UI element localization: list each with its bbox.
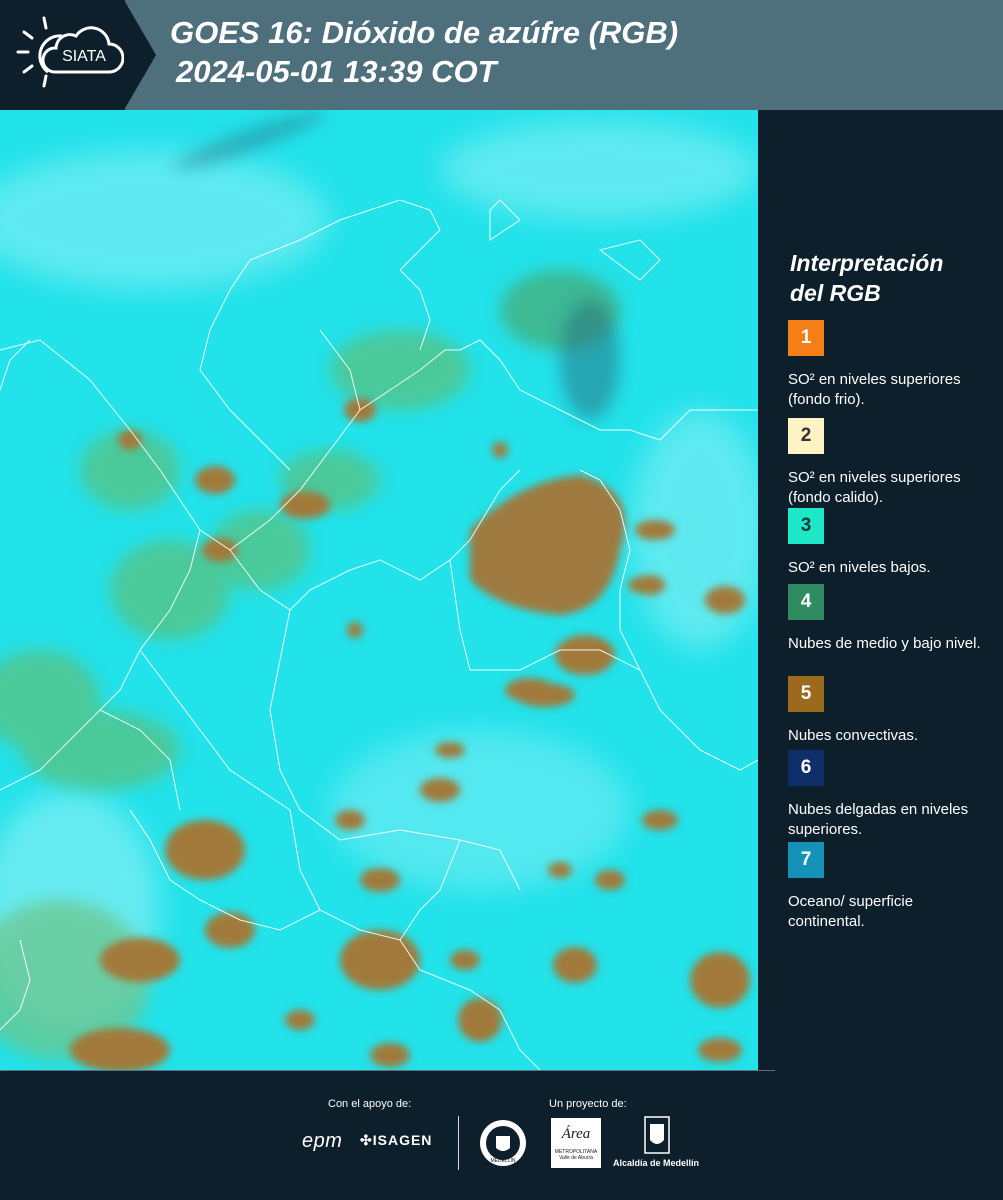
legend-item-5: 5 Nubes convectivas. bbox=[788, 676, 988, 746]
legend-swatch-3: 3 bbox=[788, 508, 824, 544]
legend-swatch-1: 1 bbox=[788, 320, 824, 356]
alcaldia-medellin-label: Alcaldía de Medellín bbox=[613, 1158, 700, 1168]
area-logo-subtext2: Valle de Aburrá bbox=[559, 1155, 593, 1161]
isagen-logo-text: ISAGEN bbox=[372, 1132, 433, 1148]
area-metropolitana-logo: Área METROPOLITANA Valle de Aburrá bbox=[551, 1118, 601, 1168]
seal-text: MEDELLÍN bbox=[490, 1157, 515, 1164]
legend-label-4: Nubes de medio y bajo nivel. bbox=[788, 635, 981, 652]
legend-panel: Interpretación del RGB 1 SO² en niveles … bbox=[758, 110, 1003, 1070]
legend-item-4: 4 Nubes de medio y bajo nivel. bbox=[788, 584, 988, 654]
legend-label-6: Nubes delgadas en niveles superiores. bbox=[788, 801, 969, 838]
legend-item-1: 1 SO² en niveles superiores (fondo frio)… bbox=[788, 320, 988, 410]
logo-block: SIATA bbox=[0, 0, 125, 110]
logo-arrow-shape bbox=[124, 0, 156, 110]
isagen-star-icon: ✣ bbox=[360, 1132, 373, 1148]
support-label: Con el apoyo de: bbox=[328, 1098, 412, 1110]
siata-logo-icon: SIATA bbox=[16, 16, 124, 88]
legend-swatch-2: 2 bbox=[788, 418, 824, 454]
legend-label-7: Oceano/ superficie continental. bbox=[788, 893, 914, 930]
legend-item-6: 6 Nubes delgadas en niveles superiores. bbox=[788, 750, 988, 840]
legend-item-3: 3 SO² en niveles bajos. bbox=[788, 508, 988, 578]
alcaldia-crest-icon bbox=[644, 1116, 670, 1154]
legend-title-line2: del RGB bbox=[790, 280, 881, 306]
footer: Con el apoyo de: Un proyecto de: epm ✣IS… bbox=[0, 1070, 1003, 1200]
header-bar: SIATA GOES 16: Dióxido de azúfre (RGB) 2… bbox=[0, 0, 1003, 110]
page-subtitle-datetime: 2024-05-01 13:39 COT bbox=[176, 54, 497, 89]
logo-text: SIATA bbox=[62, 48, 106, 65]
legend-label-5: Nubes convectivas. bbox=[788, 727, 919, 744]
footer-divider-line bbox=[0, 1070, 775, 1071]
legend-label-2: SO² en niveles superiores (fondo calido)… bbox=[788, 469, 961, 506]
satellite-map-image bbox=[0, 110, 758, 1070]
area-logo-text: Área bbox=[561, 1126, 591, 1142]
epm-logo: epm bbox=[302, 1130, 343, 1152]
legend-title: Interpretación del RGB bbox=[790, 248, 990, 308]
legend-swatch-4: 4 bbox=[788, 584, 824, 620]
satellite-map bbox=[0, 110, 758, 1070]
legend-swatch-6: 6 bbox=[788, 750, 824, 786]
legend-swatch-5: 5 bbox=[788, 676, 824, 712]
legend-label-3: SO² en niveles bajos. bbox=[788, 559, 931, 576]
legend-item-7: 7 Oceano/ superficie continental. bbox=[788, 842, 988, 932]
isagen-logo: ✣ISAGEN bbox=[360, 1132, 432, 1149]
legend-title-line1: Interpretación bbox=[790, 250, 944, 276]
page-title: GOES 16: Dióxido de azúfre (RGB) bbox=[170, 15, 679, 50]
legend-item-2: 2 SO² en niveles superiores (fondo calid… bbox=[788, 418, 988, 508]
footer-vertical-divider bbox=[458, 1116, 459, 1170]
legend-swatch-7: 7 bbox=[788, 842, 824, 878]
medellin-seal-icon: MEDELLÍN bbox=[480, 1120, 526, 1166]
legend-label-1: SO² en niveles superiores (fondo frio). bbox=[788, 371, 961, 408]
project-label: Un proyecto de: bbox=[549, 1098, 627, 1110]
